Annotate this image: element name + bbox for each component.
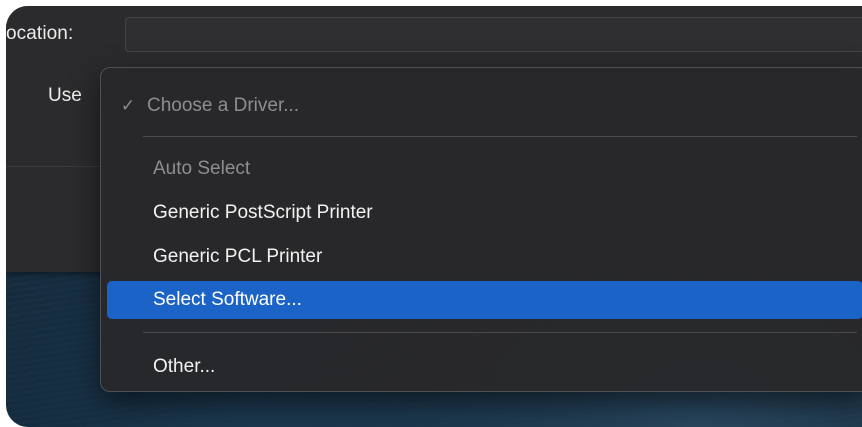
menu-separator [143, 332, 857, 333]
menu-item-label: Select Software... [153, 289, 302, 310]
menu-item-label: Generic PCL Printer [153, 246, 323, 267]
menu-item-generic-postscript-printer[interactable]: Generic PostScript Printer [107, 194, 862, 232]
menu-item-auto-select: Auto Select [107, 150, 862, 188]
menu-item-select-software[interactable]: Select Software... [107, 281, 862, 319]
menu-item-generic-pcl-printer[interactable]: Generic PCL Printer [107, 238, 862, 276]
menu-item-other[interactable]: Other... [107, 348, 862, 386]
menu-item-label: Generic PostScript Printer [153, 202, 373, 223]
location-field[interactable] [125, 17, 862, 52]
menu-item-choose-a-driver: ✓ Choose a Driver... [107, 87, 862, 125]
menu-separator [143, 136, 857, 137]
window-frame: ocation: Use ✓ Choose a Driver... Auto S… [6, 6, 862, 427]
location-label: ocation: [6, 23, 74, 44]
driver-dropdown-menu: ✓ Choose a Driver... Auto Select Generic… [100, 67, 862, 392]
use-label: Use [48, 85, 82, 106]
menu-item-label: Choose a Driver... [147, 95, 300, 116]
checkmark-icon: ✓ [120, 96, 136, 115]
menu-item-label: Other... [153, 356, 216, 377]
menu-item-label: Auto Select [153, 158, 251, 179]
